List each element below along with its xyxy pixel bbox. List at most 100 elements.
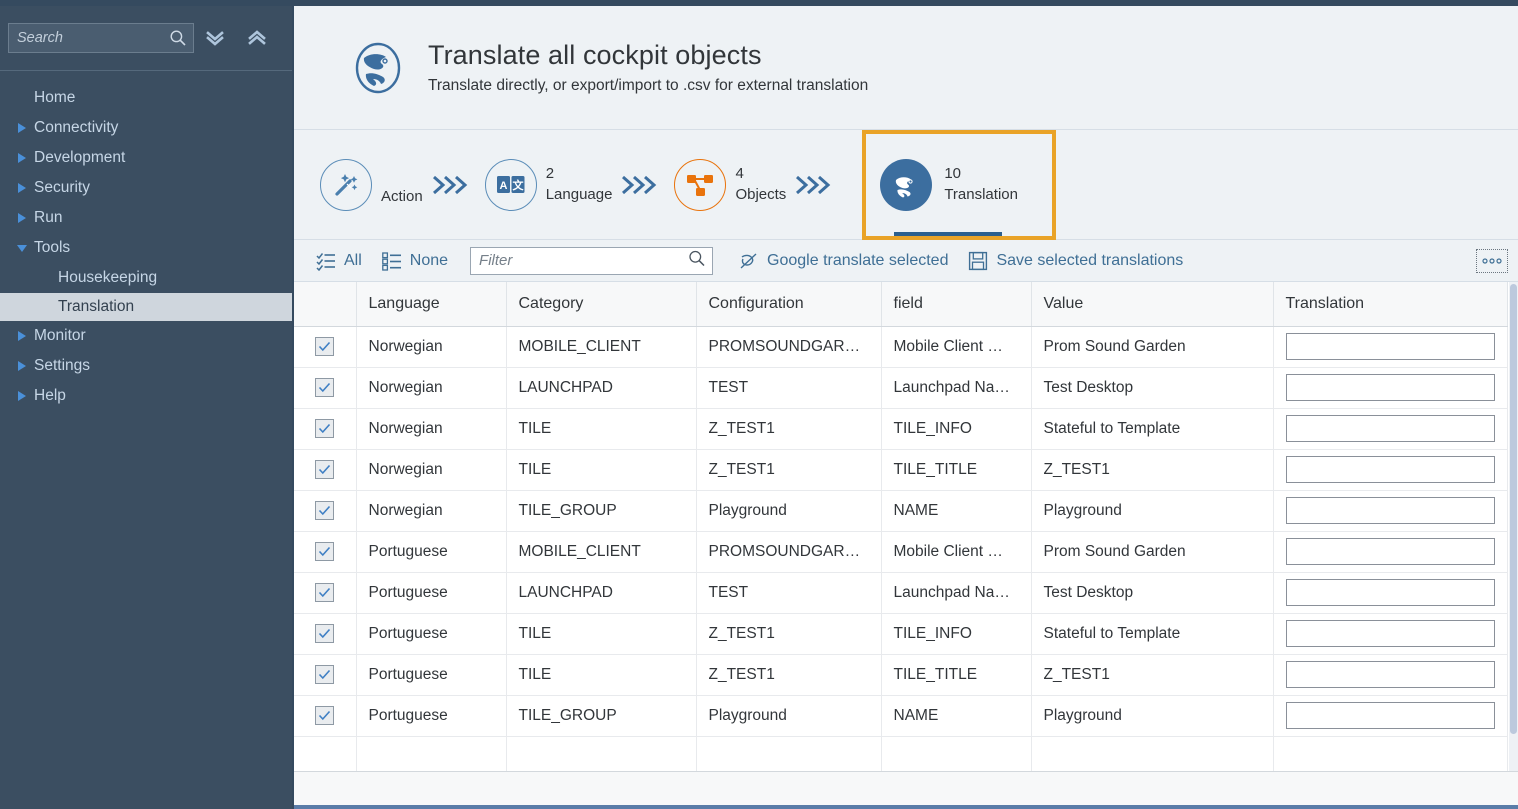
google-translate-selected-button[interactable]: Google translate selected <box>729 247 958 275</box>
cell-translation[interactable] <box>1273 613 1507 654</box>
overflow-dots-icon[interactable] <box>1476 249 1508 273</box>
table-row[interactable]: NorwegianLAUNCHPADTESTLaunchpad Na…Test … <box>294 367 1507 408</box>
table-row[interactable]: PortugueseMOBILE_CLIENTPROMSOUNDGAR…Mobi… <box>294 531 1507 572</box>
sidebar-search-field[interactable] <box>8 23 194 53</box>
table-row[interactable]: PortugueseLAUNCHPADTESTLaunchpad Na…Test… <box>294 572 1507 613</box>
row-checkbox-cell[interactable] <box>294 695 356 736</box>
sidebar-item-development[interactable]: Development <box>0 143 292 173</box>
column-header-select[interactable] <box>294 282 356 326</box>
cell-translation[interactable] <box>1273 654 1507 695</box>
wizard-step-translation-text: 10 Translation <box>944 164 1018 205</box>
vertical-scrollbar[interactable] <box>1509 282 1518 771</box>
cell-translation[interactable] <box>1273 490 1507 531</box>
cell-translation[interactable] <box>1273 695 1507 736</box>
translation-input[interactable] <box>1286 579 1495 606</box>
cell-translation[interactable] <box>1273 408 1507 449</box>
row-checkbox-cell[interactable] <box>294 490 356 531</box>
collapse-all-button[interactable] <box>236 18 278 58</box>
empty-cell <box>294 736 356 771</box>
table-row[interactable]: NorwegianTILEZ_TEST1TILE_TITLEZ_TEST1 <box>294 449 1507 490</box>
cell-translation[interactable] <box>1273 367 1507 408</box>
cell-translation[interactable] <box>1273 326 1507 367</box>
column-header-field[interactable]: field <box>881 282 1031 326</box>
wizard-step-language[interactable]: A 文 2 Language <box>481 159 617 211</box>
row-checkbox-cell[interactable] <box>294 531 356 572</box>
row-checkbox-cell[interactable] <box>294 408 356 449</box>
wizard-step-translation[interactable]: 10 Translation <box>862 130 1056 240</box>
chevron-right-icon <box>12 330 32 342</box>
row-checkbox[interactable] <box>315 624 334 643</box>
row-checkbox[interactable] <box>315 542 334 561</box>
expand-all-button[interactable] <box>194 18 236 58</box>
sidebar-item-run[interactable]: Run <box>0 203 292 233</box>
row-checkbox-cell[interactable] <box>294 367 356 408</box>
row-checkbox-cell[interactable] <box>294 449 356 490</box>
select-all-button[interactable]: All <box>306 247 372 275</box>
save-selected-translations-button[interactable]: Save selected translations <box>958 247 1193 275</box>
translation-input[interactable] <box>1286 538 1495 565</box>
sidebar-item-tools[interactable]: Tools <box>0 233 292 263</box>
cell-translation[interactable] <box>1273 449 1507 490</box>
row-checkbox-cell[interactable] <box>294 326 356 367</box>
chevrons-right-icon <box>427 172 481 198</box>
wizard-step-objects[interactable]: 4 Objects <box>670 159 790 211</box>
filter-input[interactable] <box>471 248 712 274</box>
sidebar-item-monitor[interactable]: Monitor <box>0 321 292 351</box>
translation-input[interactable] <box>1286 374 1495 401</box>
row-checkbox[interactable] <box>315 665 334 684</box>
table-header: Language Category Configuration field Va… <box>294 282 1507 326</box>
cell-translation[interactable] <box>1273 531 1507 572</box>
floppy-disk-icon <box>968 251 988 271</box>
row-checkbox-cell[interactable] <box>294 572 356 613</box>
row-checkbox[interactable] <box>315 460 334 479</box>
table-row[interactable]: PortugueseTILEZ_TEST1TILE_TITLEZ_TEST1 <box>294 654 1507 695</box>
wizard-step-action[interactable]: Action <box>316 159 427 211</box>
translation-input[interactable] <box>1286 415 1495 442</box>
translation-input[interactable] <box>1286 661 1495 688</box>
page-header: Translate all cockpit objects Translate … <box>294 6 1518 130</box>
table-row[interactable]: NorwegianTILE_GROUPPlaygroundNAMEPlaygro… <box>294 490 1507 531</box>
sidebar-item-security[interactable]: Security <box>0 173 292 203</box>
sidebar-item-housekeeping[interactable]: Housekeeping <box>0 263 292 293</box>
column-header-translation[interactable]: Translation <box>1273 282 1507 326</box>
sidebar-item-help[interactable]: Help <box>0 381 292 411</box>
table-row[interactable]: PortugueseTILEZ_TEST1TILE_INFOStateful t… <box>294 613 1507 654</box>
cell-field: TILE_INFO <box>881 408 1031 449</box>
select-none-button[interactable]: None <box>372 247 458 275</box>
translation-input[interactable] <box>1286 702 1495 729</box>
filter-field[interactable] <box>470 247 713 275</box>
cell-field: NAME <box>881 490 1031 531</box>
row-checkbox[interactable] <box>315 583 334 602</box>
sidebar-item-connectivity[interactable]: Connectivity <box>0 113 292 143</box>
column-header-value[interactable]: Value <box>1031 282 1273 326</box>
sidebar-item-label: Run <box>32 209 62 227</box>
column-header-category[interactable]: Category <box>506 282 696 326</box>
table-row[interactable]: NorwegianMOBILE_CLIENTPROMSOUNDGAR…Mobil… <box>294 326 1507 367</box>
row-checkbox[interactable] <box>315 706 334 725</box>
wizard-step-objects-label: Objects <box>735 185 786 205</box>
translation-input[interactable] <box>1286 333 1495 360</box>
sidebar-item-home[interactable]: Home <box>0 83 292 113</box>
cell-translation[interactable] <box>1273 572 1507 613</box>
translation-input[interactable] <box>1286 620 1495 647</box>
translation-input[interactable] <box>1286 497 1495 524</box>
row-checkbox[interactable] <box>315 501 334 520</box>
table-row[interactable]: NorwegianTILEZ_TEST1TILE_INFOStateful to… <box>294 408 1507 449</box>
sidebar-item-translation[interactable]: Translation <box>0 293 292 321</box>
search-input[interactable] <box>9 24 193 52</box>
row-checkbox-cell[interactable] <box>294 613 356 654</box>
row-checkbox[interactable] <box>315 419 334 438</box>
column-header-configuration[interactable]: Configuration <box>696 282 881 326</box>
svg-text:文: 文 <box>512 178 524 192</box>
row-checkbox[interactable] <box>315 337 334 356</box>
translation-input[interactable] <box>1286 456 1495 483</box>
column-header-language[interactable]: Language <box>356 282 506 326</box>
row-checkbox[interactable] <box>315 378 334 397</box>
row-checkbox-cell[interactable] <box>294 654 356 695</box>
sidebar-item-label: Monitor <box>32 327 86 345</box>
cell-value: Test Desktop <box>1031 367 1273 408</box>
vertical-scrollbar-thumb[interactable] <box>1510 284 1517 734</box>
table-row[interactable]: PortugueseTILE_GROUPPlaygroundNAMEPlaygr… <box>294 695 1507 736</box>
sidebar-item-settings[interactable]: Settings <box>0 351 292 381</box>
sidebar-item-label: Settings <box>32 357 90 375</box>
